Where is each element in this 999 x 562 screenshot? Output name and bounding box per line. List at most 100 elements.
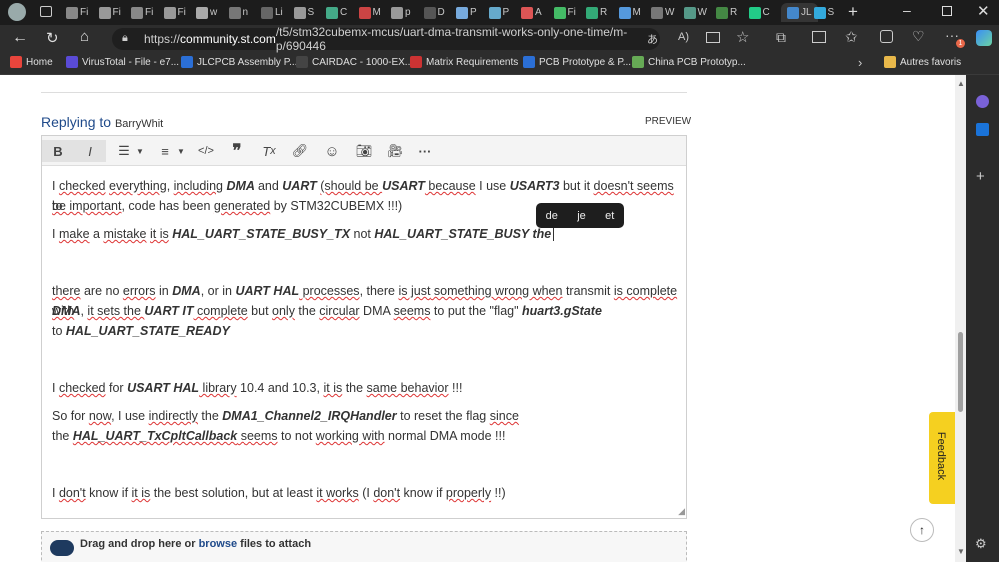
text-line-8: So for now, I use indirectly the DMA1_Ch… <box>52 409 519 423</box>
resize-handle-icon[interactable]: ◢ <box>678 506 685 517</box>
browser-tab[interactable]: Fi <box>131 3 153 22</box>
bold-button[interactable]: B <box>42 140 74 162</box>
profile-avatar[interactable] <box>8 3 26 21</box>
tab-label: D <box>437 7 445 18</box>
browser-tab[interactable]: M <box>358 3 381 22</box>
bookmark-item[interactable]: PCB Prototype & P... <box>523 56 631 68</box>
browser-tab[interactable]: Li <box>261 3 283 22</box>
replying-user[interactable]: BarryWhit <box>115 118 163 130</box>
browser-tab[interactable]: S <box>293 3 314 22</box>
back-arrow-icon[interactable]: ← <box>12 29 28 47</box>
url-domain: community.st.com <box>180 32 276 46</box>
browser-tab[interactable]: A <box>521 3 542 22</box>
camera-icon[interactable]: 📷︎ <box>353 140 375 162</box>
preview-button[interactable]: PREVIEW <box>645 116 691 127</box>
numbered-list-icon[interactable]: ≡ <box>155 140 175 162</box>
browser-tab[interactable]: M <box>618 3 641 22</box>
split-screen-icon[interactable] <box>812 31 826 43</box>
browser-tab[interactable]: W <box>683 3 707 22</box>
clear-format-icon[interactable]: Tx <box>258 140 280 162</box>
maximize-icon[interactable] <box>942 6 952 16</box>
browser-tab[interactable]: D <box>423 3 445 22</box>
new-tab-icon[interactable]: + <box>848 2 858 22</box>
tab-favicon-icon <box>196 6 208 19</box>
extensions-icon[interactable]: ⧉ <box>776 29 786 46</box>
bullet-list-dropdown-icon[interactable]: ▼ <box>134 140 146 162</box>
page-scrollbar[interactable]: ▲ ▼ <box>955 75 966 562</box>
text-line-7: I checked for USART HAL library 10.4 and… <box>52 381 463 395</box>
copilot-sidebar-icon[interactable] <box>976 95 989 108</box>
tab-label: M <box>372 7 381 18</box>
tab-actions-icon[interactable] <box>40 6 52 17</box>
text-line-6: to HAL_UART_STATE_READY <box>52 324 230 338</box>
outlook-icon[interactable] <box>976 123 989 136</box>
suggestion-item[interactable]: et <box>605 210 614 222</box>
video-icon[interactable]: 🎥︎ <box>384 140 406 162</box>
browser-tab[interactable]: R <box>716 3 737 22</box>
back-to-top-icon[interactable]: ↑ <box>910 518 934 542</box>
read-aloud-icon[interactable]: A) <box>678 31 689 43</box>
bookmark-item[interactable]: Matrix Requirements <box>410 56 518 68</box>
attachment-dropzone[interactable]: Drag and drop here or browse files to at… <box>41 531 687 562</box>
close-window-icon[interactable]: ✕ <box>977 2 990 20</box>
minimize-icon[interactable]: – <box>903 2 911 18</box>
scroll-down-icon[interactable]: ▼ <box>957 547 965 556</box>
app-available-icon[interactable] <box>706 32 720 43</box>
tab-favicon-icon <box>391 6 403 19</box>
refresh-icon[interactable]: ↻ <box>46 29 59 47</box>
other-favorites[interactable]: Autres favoris <box>884 56 961 68</box>
bookmark-item[interactable]: JLCPCB Assembly P... <box>181 56 297 68</box>
browser-tab[interactable]: Fi <box>66 3 88 22</box>
bookmark-favicon-icon <box>523 56 535 68</box>
browser-tab[interactable]: p <box>391 3 411 22</box>
italic-button[interactable]: I <box>74 140 106 162</box>
browser-tab[interactable]: S <box>813 3 834 22</box>
bookmarks-more-chevron-icon[interactable]: › <box>858 55 862 70</box>
more-icon[interactable]: ··· <box>414 140 436 162</box>
address-bar[interactable]: 🔒︎ https://community.st.com/t5/stm32cube… <box>112 25 660 53</box>
browser-tab[interactable]: C <box>748 3 770 22</box>
browser-tab[interactable]: Fi <box>163 3 186 22</box>
feedback-label: Feedback <box>935 431 947 481</box>
collections-icon[interactable] <box>880 30 893 43</box>
scroll-up-icon[interactable]: ▲ <box>957 79 965 88</box>
folder-icon <box>884 56 896 68</box>
tab-label: Fi <box>567 7 576 18</box>
sidebar-settings-icon[interactable]: ⚙ <box>975 536 987 552</box>
numbered-list-dropdown-icon[interactable]: ▼ <box>175 140 187 162</box>
favorite-star-icon[interactable]: ☆ <box>736 28 749 46</box>
emoji-icon[interactable]: ☺ <box>321 140 343 162</box>
favorites-icon[interactable]: ✩ <box>845 28 858 46</box>
link-icon[interactable]: 🔗︎ <box>289 140 311 162</box>
bookmark-item[interactable]: CAIRDAC - 1000-EX... <box>296 56 413 68</box>
suggestion-item[interactable]: de <box>546 210 558 222</box>
browser-tab[interactable]: W <box>651 3 674 22</box>
browser-tab[interactable]: Fi <box>98 3 121 22</box>
scrollbar-thumb[interactable] <box>958 332 963 412</box>
feedback-tab[interactable]: Feedback <box>929 412 955 504</box>
bookmark-item[interactable]: China PCB Prototyp... <box>632 56 746 68</box>
bullet-list-icon[interactable]: ☰ <box>114 140 134 162</box>
home-icon[interactable]: ⌂ <box>80 28 89 45</box>
browser-tab[interactable]: C <box>326 3 347 22</box>
quote-icon[interactable]: ❞ <box>226 140 248 162</box>
sidebar-add-icon[interactable]: + <box>976 168 985 185</box>
copilot-icon[interactable] <box>976 30 992 46</box>
translate-icon[interactable]: あ <box>647 31 658 47</box>
browser-essentials-icon[interactable]: ♡ <box>912 28 925 45</box>
tab-label: P <box>470 7 477 18</box>
browse-link[interactable]: browse <box>199 538 238 550</box>
browser-tab[interactable]: JL <box>781 3 818 22</box>
browser-tab[interactable]: P <box>456 3 477 22</box>
bookmark-item[interactable]: VirusTotal - File - e7... <box>66 56 179 68</box>
browser-tab[interactable]: Fi <box>553 3 576 22</box>
code-icon[interactable]: </> <box>195 140 217 162</box>
suggestion-item[interactable]: je <box>577 210 586 222</box>
text-line-9: the HAL_UART_TxCpltCallback seems to not… <box>52 429 506 443</box>
browser-tab[interactable]: n <box>228 3 248 22</box>
browser-tab[interactable]: w <box>196 3 217 22</box>
browser-tab[interactable]: R <box>586 3 607 22</box>
bookmark-item[interactable]: Home <box>10 56 53 68</box>
browser-tab[interactable]: P <box>488 3 509 22</box>
tab-label: Fi <box>145 7 154 18</box>
